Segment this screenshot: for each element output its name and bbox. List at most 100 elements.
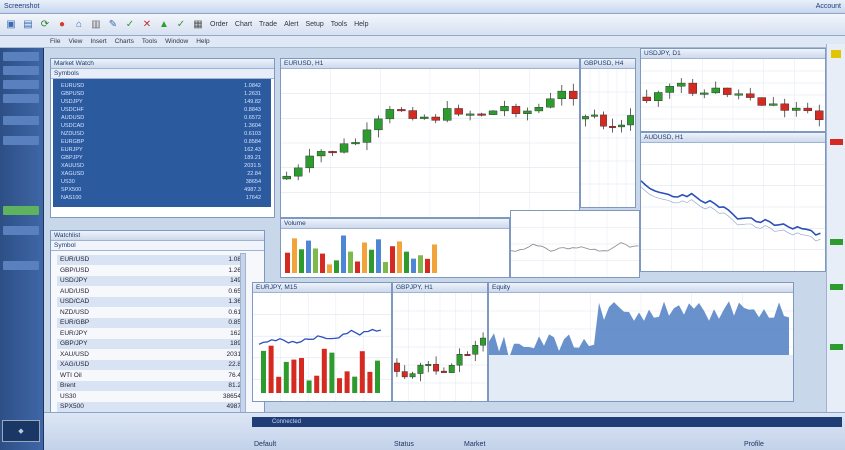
right-candle-chart[interactable] bbox=[641, 59, 825, 131]
candle-body bbox=[757, 97, 766, 106]
market-row-symbol[interactable]: XAUUSD bbox=[61, 163, 84, 169]
toolbar-label-5[interactable]: Tools bbox=[329, 21, 349, 28]
market-row-symbol[interactable]: EURGBP bbox=[61, 139, 84, 145]
watch-value: 38654 bbox=[222, 392, 241, 400]
market-row-symbol[interactable]: EURJPY bbox=[61, 147, 83, 153]
market-row-symbol[interactable]: US30 bbox=[61, 179, 75, 185]
market-row-symbol[interactable]: EURUSD bbox=[61, 83, 84, 89]
nav-item-8[interactable] bbox=[3, 226, 39, 235]
grid-icon[interactable]: ▦ bbox=[191, 18, 205, 32]
market-row-symbol[interactable]: AUDUSD bbox=[61, 115, 84, 121]
nav-item-9[interactable] bbox=[3, 261, 39, 270]
market-row-symbol[interactable]: GBPUSD bbox=[61, 91, 84, 97]
watchlist-row[interactable]: GBP/JPY 189 bbox=[57, 339, 245, 349]
toolbar-label-6[interactable]: Help bbox=[352, 21, 370, 28]
watchlist-row[interactable]: Brent 81.2 bbox=[57, 381, 245, 391]
watchlist-row[interactable]: USD/JPY 149 bbox=[57, 276, 245, 286]
menu-item-1[interactable]: View bbox=[68, 38, 82, 45]
watchlist-row[interactable]: XAG/USD 22.8 bbox=[57, 360, 245, 370]
status-item-3[interactable]: Market bbox=[464, 441, 485, 448]
combo-bar bbox=[375, 360, 380, 393]
watch-symbol: GBP/JPY bbox=[60, 340, 88, 347]
right-line-chart[interactable] bbox=[641, 143, 825, 271]
watchlist-row[interactable]: EUR/GBP 0.85 bbox=[57, 318, 245, 328]
watchlist-row[interactable]: WTI Oil 76.4 bbox=[57, 371, 245, 381]
market-row-symbol[interactable]: NZDUSD bbox=[61, 131, 84, 137]
mid-chart-panel: GBPJPY, H1 bbox=[392, 282, 488, 402]
window-icon[interactable]: ▣ bbox=[4, 18, 18, 32]
mini-candle-chart[interactable] bbox=[581, 69, 635, 207]
status-item-2[interactable]: Status bbox=[394, 441, 414, 448]
market-row-symbol[interactable]: USDJPY bbox=[61, 99, 83, 105]
nav-item-6[interactable] bbox=[3, 116, 39, 125]
candle-body bbox=[440, 370, 447, 373]
watch-symbol: USD/JPY bbox=[60, 277, 88, 284]
stop-icon[interactable]: ● bbox=[55, 18, 69, 32]
candle-body bbox=[408, 110, 418, 119]
nav-item-2[interactable] bbox=[3, 52, 39, 61]
nav-item-active[interactable] bbox=[3, 206, 39, 215]
watchlist-row[interactable]: USD/CAD 1.36 bbox=[57, 297, 245, 307]
small-combo-chart[interactable] bbox=[253, 293, 391, 401]
refresh-icon[interactable]: ⟳ bbox=[38, 18, 52, 32]
alert-icon[interactable] bbox=[831, 50, 841, 58]
menu-item-3[interactable]: Charts bbox=[115, 38, 134, 45]
status-item-4[interactable]: Profile bbox=[744, 441, 764, 448]
market-watch-tab[interactable]: Symbols bbox=[51, 69, 274, 79]
toolbar-label-0[interactable]: Order bbox=[208, 21, 230, 28]
menu-item-4[interactable]: Tools bbox=[142, 38, 157, 45]
check-icon[interactable]: ✓ bbox=[123, 18, 137, 32]
market-row-symbol[interactable]: SPX500 bbox=[61, 187, 81, 193]
candle-body bbox=[654, 92, 663, 101]
check-icon-2[interactable]: ✓ bbox=[174, 18, 188, 32]
market-row-symbol[interactable]: XAGUSD bbox=[61, 171, 84, 177]
nav-item-5[interactable] bbox=[3, 94, 39, 103]
status-item-1[interactable]: Default bbox=[254, 441, 276, 448]
watchlist-row[interactable]: US30 38654 bbox=[57, 392, 245, 402]
marker-icon-1[interactable] bbox=[830, 139, 843, 145]
marker-icon-4[interactable] bbox=[830, 344, 843, 350]
nav-item-3[interactable] bbox=[3, 66, 39, 75]
market-row-symbol[interactable]: USDCAD bbox=[61, 123, 84, 129]
market-row-value: 162.43 bbox=[244, 147, 261, 153]
market-row-symbol[interactable]: USDCHF bbox=[61, 107, 84, 113]
title-right: Account bbox=[815, 3, 841, 10]
candle-body bbox=[409, 373, 416, 378]
nav-item-4[interactable] bbox=[3, 80, 39, 89]
marker-icon-2[interactable] bbox=[830, 239, 843, 245]
watchlist-row[interactable]: XAU/USD 2031 bbox=[57, 350, 245, 360]
home-icon[interactable]: ⌂ bbox=[72, 18, 86, 32]
watchlist-row[interactable]: SPX500 4987 bbox=[57, 402, 245, 412]
market-row-symbol[interactable]: GBPJPY bbox=[61, 155, 83, 161]
market-row-symbol[interactable]: NAS100 bbox=[61, 195, 82, 201]
toolbar-label-2[interactable]: Trade bbox=[257, 21, 279, 28]
watchlist-scrollbar[interactable] bbox=[240, 253, 246, 433]
volume-bar bbox=[418, 255, 423, 273]
main-candle-chart[interactable] bbox=[281, 69, 579, 217]
marker-icon-3[interactable] bbox=[830, 284, 843, 290]
menu-item-0[interactable]: File bbox=[50, 38, 60, 45]
up-icon[interactable]: ▲ bbox=[157, 18, 171, 32]
candle-body bbox=[282, 175, 291, 180]
menu-item-5[interactable]: Window bbox=[165, 38, 188, 45]
menu-item-6[interactable]: Help bbox=[196, 38, 209, 45]
mid-candle-chart[interactable] bbox=[393, 293, 487, 401]
toolbar-label-3[interactable]: Alert bbox=[282, 21, 300, 28]
combo-bar bbox=[337, 378, 342, 393]
area-chart[interactable] bbox=[489, 293, 793, 401]
market-row-value: 1.2631 bbox=[244, 91, 261, 97]
folder-icon[interactable]: ▤ bbox=[21, 18, 35, 32]
nav-item-7[interactable] bbox=[3, 136, 39, 145]
watchlist-row[interactable]: EUR/USD 1.08 bbox=[57, 255, 245, 265]
edit-icon[interactable]: ✎ bbox=[106, 18, 120, 32]
watchlist-row[interactable]: NZD/USD 0.61 bbox=[57, 308, 245, 318]
watchlist-row[interactable]: AUD/USD 0.65 bbox=[57, 287, 245, 297]
watchlist-row[interactable]: GBP/USD 1.26 bbox=[57, 266, 245, 276]
tools-icon[interactable]: ✕ bbox=[140, 18, 154, 32]
toolbar-label-1[interactable]: Chart bbox=[233, 21, 254, 28]
combo-bar bbox=[367, 371, 373, 393]
toolbar-label-4[interactable]: Setup bbox=[303, 21, 325, 28]
menu-item-2[interactable]: Insert bbox=[90, 38, 106, 45]
watchlist-row[interactable]: EUR/JPY 162 bbox=[57, 329, 245, 339]
chart-icon[interactable]: ▥ bbox=[89, 18, 103, 32]
